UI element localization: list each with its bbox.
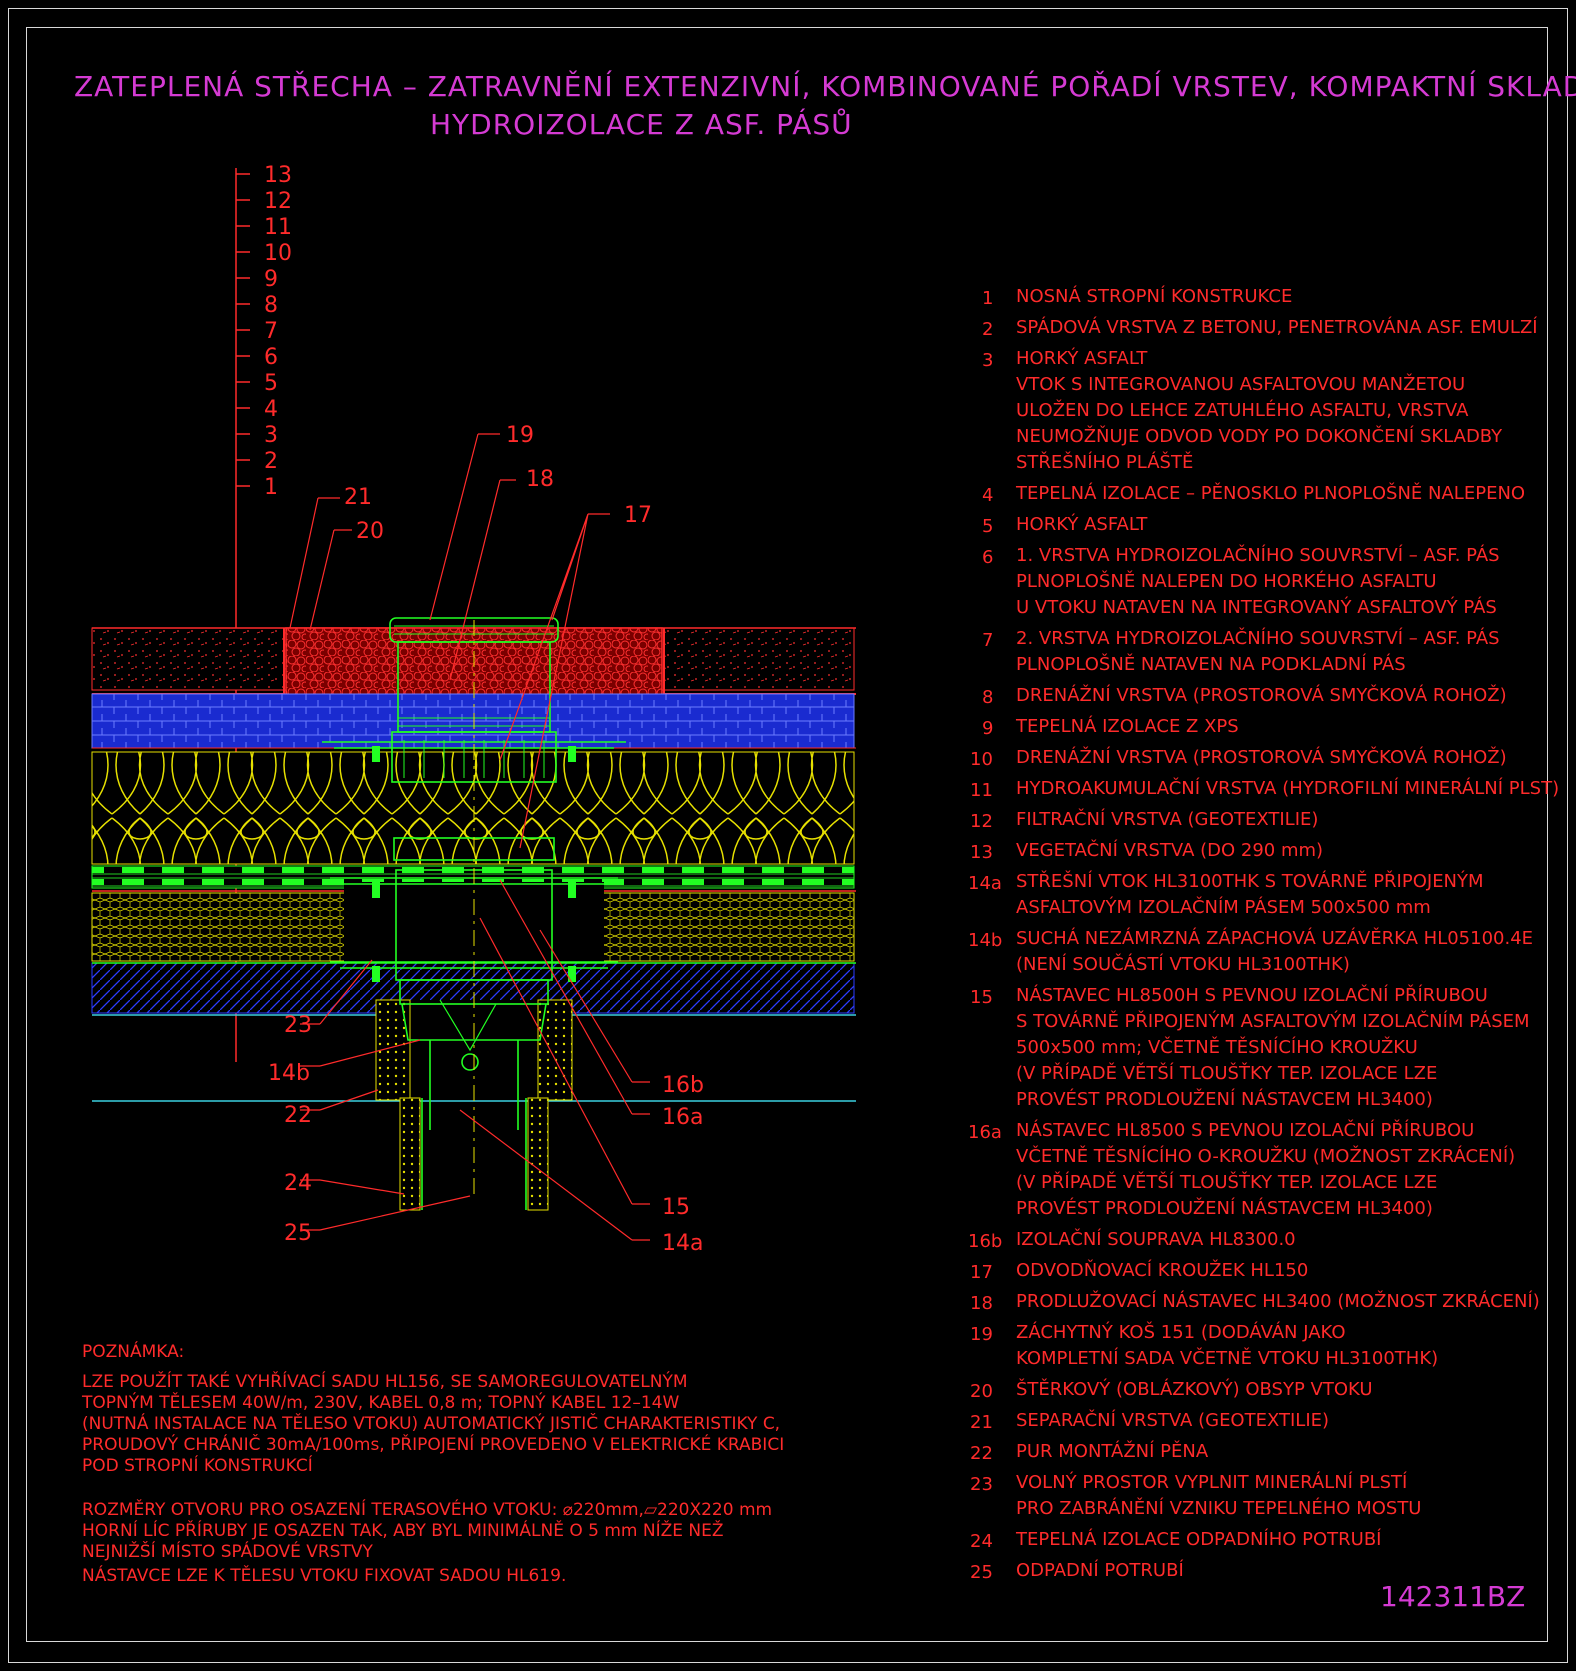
scale-label: 2 [264, 449, 278, 474]
legend-number: 14a [968, 873, 1002, 894]
legend-text: SEPARAČNÍ VRSTVA (GEOTEXTILIE) [1016, 1410, 1330, 1431]
legend-text: 2. VRSTVA HYDROIZOLAČNÍHO SOUVRSTVÍ – AS… [1016, 628, 1500, 675]
scale-label: 4 [264, 397, 278, 422]
note-paragraph-3: NÁSTAVCE LZE K TĚLESU VTOKU FIXOVAT SADO… [82, 1566, 567, 1586]
legend-number: 7 [982, 630, 994, 651]
legend-number: 5 [982, 516, 994, 537]
scale-label: 9 [264, 267, 278, 292]
scale-label: 3 [264, 423, 278, 448]
legend-number: 20 [970, 1381, 993, 1402]
note-paragraph-2: ROZMĚRY OTVORU PRO OSAZENÍ TERASOVÉHO VT… [82, 1500, 773, 1562]
drawing-code: 142311BZ [1380, 1580, 1526, 1613]
legend-number: 1 [982, 288, 994, 309]
scale-label: 6 [264, 345, 278, 370]
callout-19: 19 [506, 423, 534, 448]
legend-text: TEPELNÁ IZOLACE – PĚNOSKLO PLNOPLOŠNĚ NA… [1016, 483, 1526, 504]
legend-number: 22 [970, 1443, 993, 1464]
legend-number: 18 [970, 1293, 993, 1314]
scale-label: 13 [264, 163, 292, 188]
legend-number: 13 [970, 842, 993, 863]
scale-label: 7 [264, 319, 278, 344]
callout-25: 25 [284, 1221, 312, 1246]
legend-text: HORKÝ ASFALT [1016, 514, 1148, 535]
callout-24: 24 [284, 1171, 312, 1196]
legend-text: NOSNÁ STROPNÍ KONSTRUKCE [1016, 286, 1293, 307]
legend-text: SPÁDOVÁ VRSTVA Z BETONU, PENETROVÁNA ASF… [1016, 317, 1538, 338]
legend-number: 8 [982, 687, 994, 708]
note-paragraph-1: LZE POUŽÍT TAKÉ VYHŘÍVACÍ SADU HL156, SE… [82, 1372, 785, 1476]
layer-xps [91, 693, 855, 749]
legend-number: 25 [970, 1562, 993, 1583]
callout-14a: 14a [662, 1231, 703, 1256]
legend-text: HYDROAKUMULAČNÍ VRSTVA (HYDROFILNÍ MINER… [1016, 778, 1560, 799]
callout-16a: 16a [662, 1105, 703, 1130]
legend-number: 2 [982, 319, 994, 340]
legend-text: VEGETAČNÍ VRSTVA (DO 290 mm) [1016, 840, 1324, 861]
legend-number: 24 [970, 1531, 993, 1552]
scale-label: 1 [264, 475, 278, 500]
legend-text: PRODLUŽOVACÍ NÁSTAVEC HL3400 (MOŽNOST ZK… [1016, 1291, 1540, 1312]
legend-text: TEPELNÁ IZOLACE Z XPS [1016, 716, 1239, 737]
legend-number: 15 [970, 987, 993, 1008]
legend-text: DRENÁŽNÍ VRSTVA (PROSTOROVÁ SMYČKOVÁ ROH… [1016, 685, 1507, 706]
legend-text: PUR MONTÁŽNÍ PĚNA [1016, 1441, 1209, 1462]
callout-23: 23 [284, 1013, 312, 1038]
legend-number: 16a [968, 1122, 1002, 1143]
callout-15: 15 [662, 1195, 690, 1220]
layer-scale: 13121110987654321 [236, 163, 292, 500]
callout-18: 18 [526, 467, 554, 492]
callout-16b: 16b [662, 1073, 704, 1098]
legend-number: 6 [982, 547, 994, 568]
layer-hydroaccumulation [91, 751, 855, 865]
legend-number: 16b [968, 1231, 1003, 1252]
legend-text: NÁSTAVEC HL8500 S PEVNOU IZOLAČNÍ PŘÍRUB… [1016, 1120, 1516, 1219]
legend-text: STŘEŠNÍ VTOK HL3100THK S TOVÁRNĚ PŘIPOJE… [1016, 871, 1484, 918]
legend-text: ŠTĚRKOVÝ (OBLÁZKOVÝ) OBSYP VTOKU [1016, 1379, 1373, 1400]
legend-text: IZOLAČNÍ SOUPRAVA HL8300.0 [1016, 1229, 1296, 1250]
legend-text: ODPADNÍ POTRUBÍ [1016, 1560, 1184, 1581]
legend-text: HORKÝ ASFALT VTOK S INTEGROVANOU ASFALTO… [1016, 348, 1503, 473]
scale-label: 12 [264, 189, 292, 214]
scale-label: 10 [264, 241, 292, 266]
legend-text: DRENÁŽNÍ VRSTVA (PROSTOROVÁ SMYČKOVÁ ROH… [1016, 747, 1507, 768]
legend-number: 3 [982, 350, 994, 371]
legend-number: 10 [970, 749, 993, 770]
callout-21: 21 [344, 485, 372, 510]
legend-number: 23 [970, 1474, 993, 1495]
legend-number: 21 [970, 1412, 993, 1433]
callout-20: 20 [356, 519, 384, 544]
note-heading: POZNÁMKA: [82, 1342, 185, 1362]
legend-text: ZÁCHYTNÝ KOŠ 151 (DODÁVÁN JAKO KOMPLETNÍ… [1016, 1322, 1439, 1369]
legend-text: SUCHÁ NEZÁMRZNÁ ZÁPACHOVÁ UZÁVĚRKA HL051… [1016, 928, 1534, 975]
scale-label: 5 [264, 371, 278, 396]
legend-text: 1. VRSTVA HYDROIZOLAČNÍHO SOUVRSTVÍ – AS… [1016, 545, 1500, 618]
pipe-insulation-left [399, 1097, 421, 1211]
pur-foam-right [537, 999, 573, 1101]
legend-number: 9 [982, 718, 994, 739]
legend-text: VOLNÝ PROSTOR VYPLNIT MINERÁLNÍ PLSTÍ PR… [1016, 1472, 1422, 1519]
legend-text: TEPELNÁ IZOLACE ODPADNÍHO POTRUBÍ [1016, 1529, 1382, 1550]
legend-number: 12 [970, 811, 993, 832]
scale-label: 11 [264, 215, 292, 240]
legend-text: FILTRAČNÍ VRSTVA (GEOTEXTILIE) [1016, 809, 1319, 830]
legend-number: 19 [970, 1324, 993, 1345]
legend-number: 11 [970, 780, 993, 801]
legend-text: ODVODŇOVACÍ KROUŽEK HL150 [1016, 1260, 1309, 1281]
callout-17: 17 [624, 503, 652, 528]
callout-22: 22 [284, 1103, 312, 1128]
callout-14b: 14b [268, 1061, 310, 1086]
legend-text: NÁSTAVEC HL8500H S PEVNOU IZOLAČNÍ PŘÍRU… [1016, 985, 1530, 1110]
legend-number: 4 [982, 485, 994, 506]
pipe-insulation-right [527, 1097, 549, 1211]
legend-number: 14b [968, 930, 1003, 951]
legend-number: 17 [970, 1262, 993, 1283]
scale-label: 8 [264, 293, 278, 318]
